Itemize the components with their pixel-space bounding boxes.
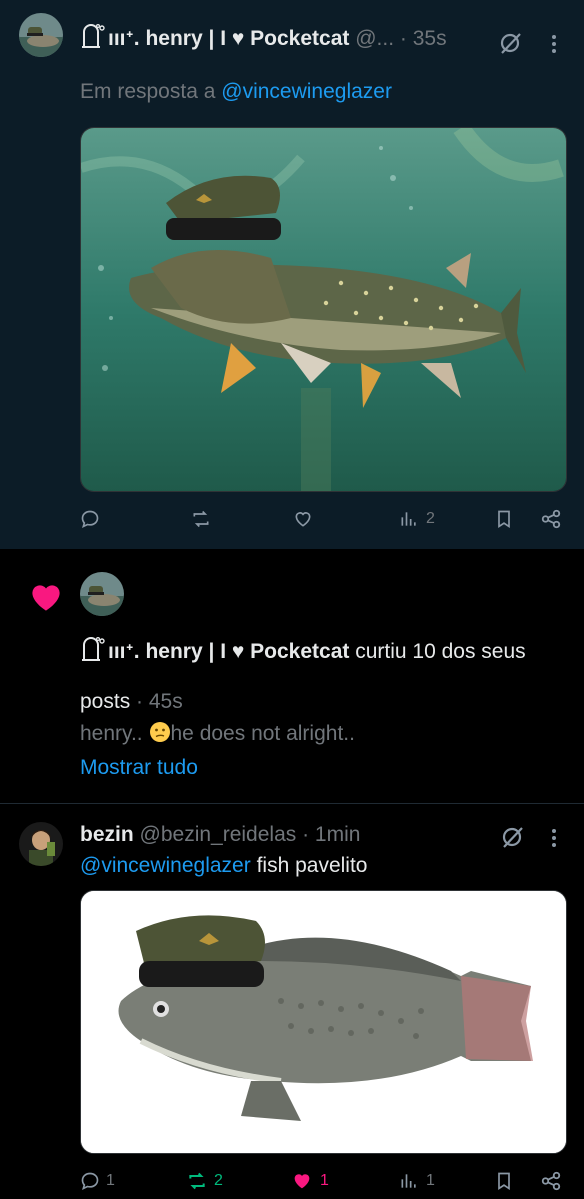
reply-count: 1 [106, 1172, 115, 1189]
like-icon [295, 512, 311, 527]
tweet-header: bezin @bezin_reidelas · 1min [80, 822, 360, 848]
grok-icon[interactable] [500, 824, 526, 850]
tombstone-emoji-icon [80, 23, 106, 56]
reply-icon [81, 510, 99, 529]
timestamp: · 45s [136, 690, 183, 713]
avatar[interactable] [80, 572, 124, 616]
tombstone-emoji-icon [80, 636, 106, 669]
more-icon[interactable] [544, 824, 564, 850]
bookmark-icon [498, 1172, 510, 1191]
avatar[interactable] [19, 13, 63, 57]
timestamp[interactable]: · 35s [400, 27, 447, 50]
preview-after: he does not alright.. [170, 722, 355, 745]
views-icon [401, 1174, 416, 1188]
retweet-button[interactable] [190, 499, 212, 539]
like-count: 1 [320, 1172, 329, 1189]
reply-button[interactable]: 1 [80, 1161, 115, 1199]
heart-icon [28, 581, 64, 613]
tweet-text: @vincewineglazer fish pavelito [80, 852, 367, 880]
share-icon [541, 509, 561, 529]
tweet-highlighted[interactable]: ıııᐩ. henry | I ♥ Pocketcat @... · 35s E… [0, 0, 584, 549]
reply-icon [81, 1172, 99, 1191]
show-all-link[interactable]: Mostrar tudo [80, 754, 198, 782]
mention-link[interactable]: @vincewineglazer [80, 854, 251, 877]
views-count: 2 [426, 510, 435, 527]
bookmark-button[interactable] [494, 499, 514, 539]
more-icon[interactable] [544, 30, 564, 56]
handle[interactable]: @... [355, 27, 394, 50]
views-icon [401, 512, 416, 526]
share-button[interactable] [540, 1161, 562, 1199]
avatar[interactable] [19, 822, 63, 866]
like-icon [294, 1174, 310, 1189]
display-name[interactable]: ıııᐩ. henry | I ♥ Pocketcat [108, 640, 349, 663]
share-icon [541, 1171, 561, 1191]
display-name[interactable]: ıııᐩ. henry | I ♥ Pocketcat [108, 27, 349, 50]
reply-button[interactable] [80, 499, 100, 539]
tweet-body: fish pavelito [256, 854, 368, 877]
views-button[interactable]: 1 [398, 1161, 435, 1199]
tweet-actions: 1 2 1 1 [0, 1161, 584, 1199]
retweet-count: 2 [214, 1172, 223, 1189]
grok-icon[interactable] [498, 30, 524, 56]
reply-to-link[interactable]: @vincewineglazer [221, 80, 392, 103]
views-count: 1 [426, 1172, 435, 1189]
notification-preview: henry.. he does not alright.. [80, 720, 355, 751]
bookmark-button[interactable] [494, 1161, 514, 1199]
tweet-image[interactable] [80, 890, 567, 1154]
notification-title: ıııᐩ. henry | I ♥ Pocketcat curtiu 10 do… [80, 636, 526, 669]
preview-before: henry.. [80, 722, 143, 745]
display-name[interactable]: bezin [80, 823, 134, 846]
confused-face-emoji-icon [149, 721, 171, 751]
like-button[interactable] [292, 499, 314, 539]
timestamp[interactable]: · 1min [302, 823, 360, 846]
reply-context: Em resposta a @vincewineglazer [80, 78, 392, 106]
tweet-header: ıııᐩ. henry | I ♥ Pocketcat @... · 35s [80, 23, 447, 56]
notification-action-cont: posts [80, 690, 131, 713]
bookmark-icon [498, 510, 510, 529]
like-notification[interactable]: ıııᐩ. henry | I ♥ Pocketcat curtiu 10 do… [0, 549, 584, 804]
tweet[interactable]: bezin @bezin_reidelas · 1min @vincewineg… [0, 805, 584, 1199]
handle[interactable]: @bezin_reidelas [140, 823, 297, 846]
notification-action-cont-row: posts · 45s [80, 688, 183, 716]
views-button[interactable]: 2 [398, 499, 435, 539]
retweet-icon [193, 510, 209, 528]
notification-action: curtiu 10 dos seus [355, 640, 526, 663]
tweet-actions: 2 [0, 499, 584, 539]
like-button[interactable]: 1 [290, 1161, 329, 1199]
retweet-button[interactable]: 2 [186, 1161, 223, 1199]
share-button[interactable] [540, 499, 562, 539]
reply-prefix: Em resposta a [80, 80, 216, 103]
tweet-image[interactable] [80, 127, 567, 492]
retweet-icon [189, 1172, 205, 1190]
